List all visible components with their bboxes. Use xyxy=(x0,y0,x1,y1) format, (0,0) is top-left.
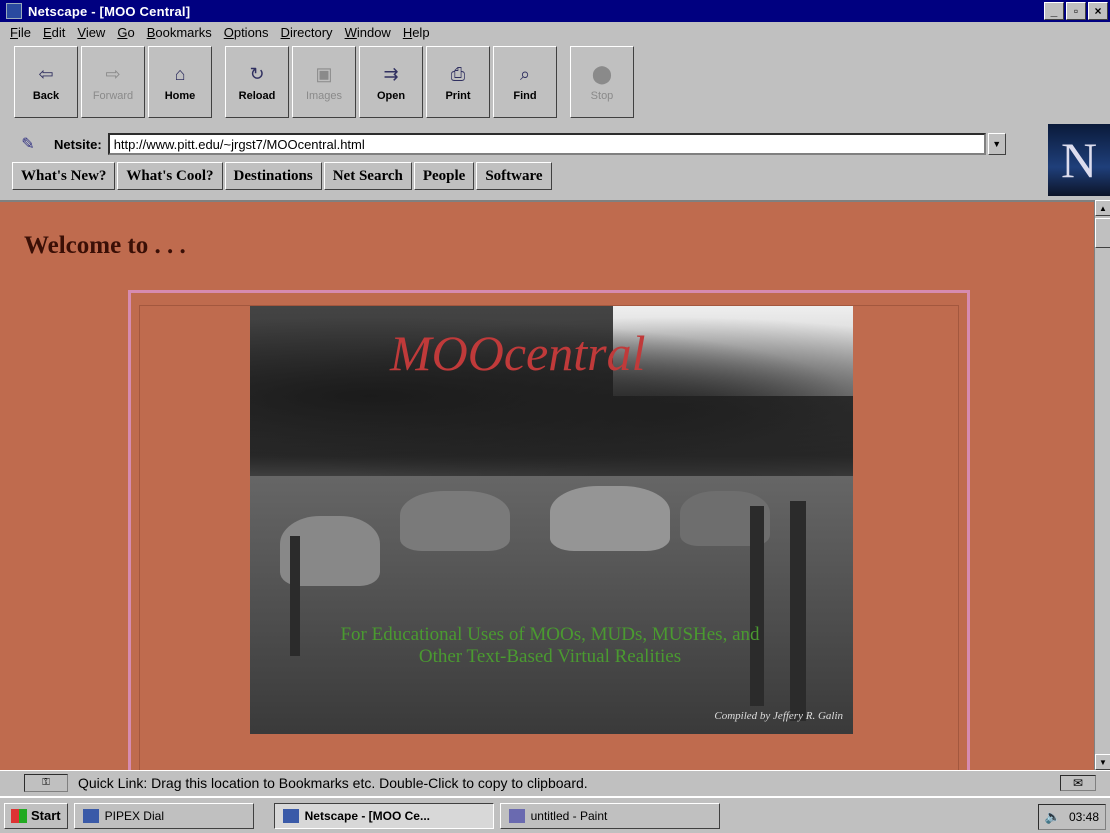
scroll-up-icon[interactable]: ▲ xyxy=(1095,200,1110,216)
mail-icon[interactable]: ✉ xyxy=(1060,775,1096,791)
url-history-dropdown[interactable]: ▼ xyxy=(987,133,1006,155)
menu-directory[interactable]: Directory xyxy=(281,25,333,40)
find-binoculars-icon: ⌕ xyxy=(519,63,531,84)
print-button[interactable]: ⎙ Print xyxy=(426,46,490,118)
netscape-app-icon[interactable] xyxy=(6,3,22,19)
home-icon: ⌂ xyxy=(174,63,186,84)
dialup-icon xyxy=(82,808,99,823)
back-arrow-icon: ⇦ xyxy=(38,63,54,84)
software-button[interactable]: Software xyxy=(476,162,552,190)
menu-bookmarks[interactable]: Bookmarks xyxy=(147,25,212,40)
menu-go[interactable]: Go xyxy=(117,25,134,40)
minimize-button[interactable]: _ xyxy=(1044,2,1064,20)
printer-icon: ⎙ xyxy=(450,63,466,84)
scroll-down-icon[interactable]: ▼ xyxy=(1095,754,1110,770)
menu-file[interactable]: File xyxy=(10,25,31,40)
navigation-toolbar: ⇦ Back ⇨ Forward ⌂ Home ↻ Reload ▣ Image… xyxy=(14,46,637,122)
people-button[interactable]: People xyxy=(413,162,475,190)
paint-icon xyxy=(508,808,525,823)
page-content: Welcome to . . . MOOcentral For Educatio… xyxy=(0,200,1094,770)
banner-image[interactable]: MOOcentral For Educational Uses of MOOs,… xyxy=(250,306,853,734)
menu-bar: File Edit View Go Bookmarks Options Dire… xyxy=(0,22,1110,42)
task-pipex-dial[interactable]: PIPEX Dial xyxy=(73,802,254,829)
security-key-icon[interactable]: ⚿ xyxy=(24,773,68,792)
reload-button[interactable]: ↻ Reload xyxy=(225,46,289,118)
close-button[interactable]: × xyxy=(1088,2,1108,20)
stop-button[interactable]: ⬤ Stop xyxy=(570,46,634,118)
forward-button[interactable]: ⇨ Forward xyxy=(81,46,145,118)
netscape-icon xyxy=(282,808,299,823)
menu-view[interactable]: View xyxy=(77,25,105,40)
menu-options[interactable]: Options xyxy=(224,25,269,40)
banner-credit: Compiled by Jeffery R. Galin xyxy=(714,710,843,722)
destinations-button[interactable]: Destinations xyxy=(224,162,322,190)
images-icon: ▣ xyxy=(315,63,333,84)
find-button[interactable]: ⌕ Find xyxy=(493,46,557,118)
stop-icon: ⬤ xyxy=(591,63,613,84)
clock[interactable]: 03:48 xyxy=(1069,810,1099,824)
location-bar: ✎ Netsite: http://www.pitt.edu/~jrgst7/M… xyxy=(0,130,1045,158)
menu-help[interactable]: Help xyxy=(403,25,430,40)
task-netscape[interactable]: Netscape - [MOO Ce... xyxy=(273,802,494,829)
bookmark-link-icon[interactable]: ✎ xyxy=(16,133,40,155)
reload-icon: ↻ xyxy=(249,63,265,84)
task-paint[interactable]: untitled - Paint xyxy=(499,802,720,829)
back-button[interactable]: ⇦ Back xyxy=(14,46,78,118)
window-title-bar[interactable]: Netscape - [MOO Central] _ ▫ × xyxy=(0,0,1110,22)
windows-taskbar: Start PIPEX Dial Netscape - [MOO Ce... u… xyxy=(0,796,1110,833)
menu-window[interactable]: Window xyxy=(345,25,391,40)
system-tray: 🔈 03:48 xyxy=(1037,804,1106,830)
window-controls: _ ▫ × xyxy=(1044,2,1108,20)
location-label: Netsite: xyxy=(54,136,102,152)
scroll-thumb[interactable] xyxy=(1095,218,1110,248)
whats-cool-button[interactable]: What's Cool? xyxy=(117,162,223,190)
netscape-throbber-logo[interactable]: N xyxy=(1048,124,1110,196)
open-button[interactable]: ⇉ Open xyxy=(359,46,423,118)
url-input[interactable]: http://www.pitt.edu/~jrgst7/MOOcentral.h… xyxy=(107,133,986,155)
forward-arrow-icon: ⇨ xyxy=(105,63,121,84)
menu-edit[interactable]: Edit xyxy=(43,25,65,40)
speaker-icon[interactable]: 🔈 xyxy=(1045,809,1061,825)
open-icon: ⇉ xyxy=(383,63,399,84)
windows-flag-icon xyxy=(11,808,27,823)
home-button[interactable]: ⌂ Home xyxy=(148,46,212,118)
banner-title: MOOcentral xyxy=(390,325,646,381)
status-bar: ⚿ Quick Link: Drag this location to Book… xyxy=(0,770,1110,794)
images-button[interactable]: ▣ Images xyxy=(292,46,356,118)
banner-subtitle: For Educational Uses of MOOs, MUDs, MUSH… xyxy=(340,624,760,667)
status-text: Quick Link: Drag this location to Bookma… xyxy=(78,774,588,791)
directory-buttons: What's New? What's Cool? Destinations Ne… xyxy=(12,162,554,192)
start-button[interactable]: Start xyxy=(4,802,68,829)
whats-new-button[interactable]: What's New? xyxy=(12,162,116,190)
vertical-scrollbar[interactable]: ▲ ▼ xyxy=(1094,200,1110,770)
window-title: Netscape - [MOO Central] xyxy=(28,3,191,19)
maximize-button[interactable]: ▫ xyxy=(1066,2,1086,20)
welcome-heading: Welcome to . . . xyxy=(24,232,186,259)
net-search-button[interactable]: Net Search xyxy=(323,162,412,190)
